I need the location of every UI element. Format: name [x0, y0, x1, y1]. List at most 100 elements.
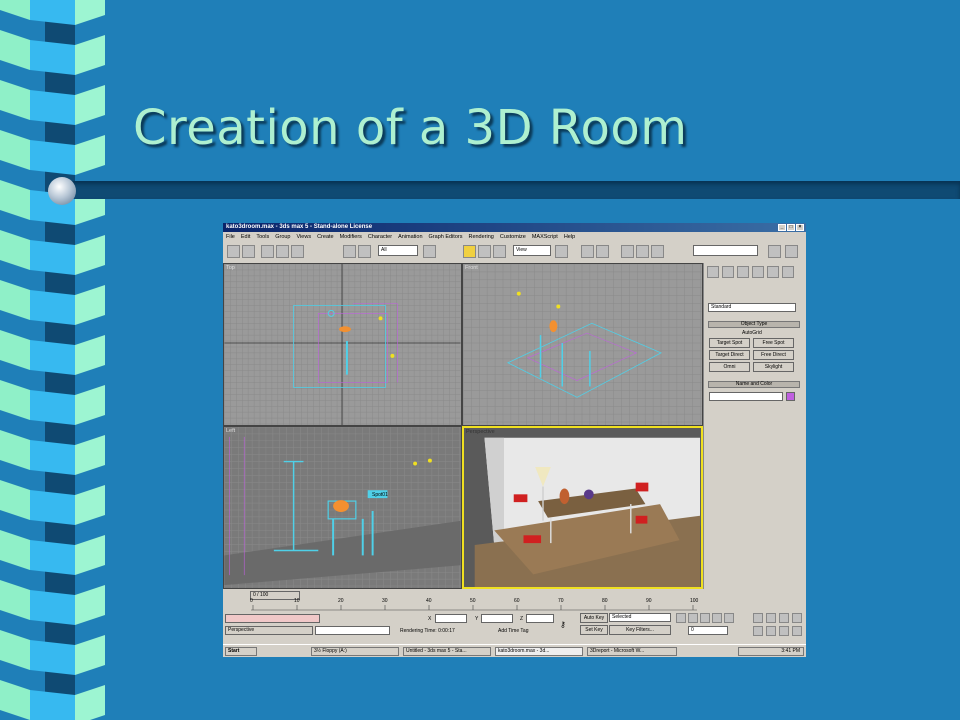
object-color-swatch[interactable]	[786, 392, 795, 401]
free-spot-button[interactable]: Free Spot	[753, 338, 794, 348]
pivot-icon[interactable]	[555, 245, 568, 258]
select-region-icon[interactable]	[358, 245, 371, 258]
reference-coordinate-dropdown[interactable]: View	[513, 245, 551, 256]
menu-character[interactable]: Character	[368, 234, 392, 240]
render-last-icon[interactable]	[785, 245, 798, 258]
menu-tools[interactable]: Tools	[256, 234, 269, 240]
viewport-perspective[interactable]	[462, 426, 703, 589]
align-icon[interactable]	[596, 245, 609, 258]
key-icon[interactable]: ⚷	[560, 620, 566, 629]
target-direct-button[interactable]: Target Direct	[709, 350, 750, 360]
go-to-start-icon[interactable]	[676, 613, 686, 623]
next-frame-icon[interactable]	[712, 613, 722, 623]
hierarchy-tab-icon[interactable]	[737, 266, 749, 278]
bind-space-warp-icon[interactable]	[291, 245, 304, 258]
menu-rendering[interactable]: Rendering	[468, 234, 493, 240]
unlink-icon[interactable]	[276, 245, 289, 258]
zoom-icon[interactable]	[753, 613, 763, 623]
menu-group[interactable]: Group	[275, 234, 290, 240]
menu-edit[interactable]: Edit	[241, 234, 250, 240]
menu-help[interactable]: Help	[564, 234, 575, 240]
bottom-controls: 0 / 100 0 10 20 30 40 50 60 70 80 90 100 Perspecti…	[223, 589, 806, 644]
skylight-button[interactable]: Skylight	[753, 362, 794, 372]
menu-create[interactable]: Create	[317, 234, 334, 240]
previous-frame-icon[interactable]	[688, 613, 698, 623]
free-direct-button[interactable]: Free Direct	[753, 350, 794, 360]
menu-file[interactable]: File	[226, 234, 235, 240]
y-coordinate-field[interactable]	[481, 614, 513, 623]
autogrid-label: AutoGrid	[742, 330, 762, 336]
menu-graph-editors[interactable]: Graph Editors	[429, 234, 463, 240]
key-filters-button[interactable]: Key Filters...	[609, 625, 671, 635]
render-type-icon[interactable]	[768, 245, 781, 258]
scale-icon[interactable]	[493, 245, 506, 258]
go-to-end-icon[interactable]	[724, 613, 734, 623]
taskbar-floppy[interactable]: 3½ Floppy (A:)	[311, 647, 399, 656]
time-slider[interactable]: 0 / 100	[250, 591, 300, 600]
viewport-name-field[interactable]: Perspective	[225, 626, 313, 635]
maxscript-listener[interactable]	[225, 614, 320, 623]
quick-render-icon[interactable]	[651, 245, 664, 258]
arc-rotate-icon[interactable]	[779, 626, 789, 636]
play-icon[interactable]	[700, 613, 710, 623]
zoom-extents-icon[interactable]	[779, 613, 789, 623]
maximize-viewport-icon[interactable]	[792, 626, 802, 636]
motion-tab-icon[interactable]	[752, 266, 764, 278]
current-frame-field[interactable]: 0	[688, 626, 728, 635]
taskbar-untitled-max[interactable]: Untitled - 3ds max 5 - Sta...	[403, 647, 491, 656]
menu-views[interactable]: Views	[297, 234, 312, 240]
close-button[interactable]: ×	[796, 224, 804, 231]
menu-animation[interactable]: Animation	[398, 234, 422, 240]
zoom-extents-all-icon[interactable]	[792, 613, 802, 623]
object-name-field[interactable]	[709, 392, 783, 401]
modify-tab-icon[interactable]	[722, 266, 734, 278]
viewport-front[interactable]	[462, 263, 703, 426]
field-of-view-icon[interactable]	[753, 626, 763, 636]
taskbar-3dreport[interactable]: 3Dreport - Microsoft W...	[587, 647, 677, 656]
name-and-color-rollout[interactable]: Name and Color	[708, 381, 800, 388]
viewport-top[interactable]	[223, 263, 462, 426]
timeline-tick-label: 50	[470, 598, 476, 604]
display-tab-icon[interactable]	[767, 266, 779, 278]
maximize-button[interactable]: □	[787, 224, 795, 231]
minimize-button[interactable]: _	[778, 224, 786, 231]
viewport-left[interactable]	[223, 426, 462, 589]
taskbar-kato3droom[interactable]: kato3droom.max - 3d...	[495, 647, 583, 656]
selection-filter-dropdown[interactable]: All	[378, 245, 418, 256]
z-coordinate-field[interactable]	[526, 614, 554, 623]
category-dropdown[interactable]: Standard	[708, 303, 796, 312]
create-tab-icon[interactable]	[707, 266, 719, 278]
named-selection-dropdown[interactable]	[693, 245, 758, 256]
rendering-time-status: Rendering Time: 0:00:17	[400, 628, 455, 634]
render-scene-icon[interactable]	[636, 245, 649, 258]
viewport-top-label: Top	[226, 265, 235, 271]
move-icon[interactable]	[463, 245, 476, 258]
material-editor-icon[interactable]	[621, 245, 634, 258]
link-icon[interactable]	[261, 245, 274, 258]
prompt-field[interactable]	[315, 626, 390, 635]
timeline-tick-label: 60	[514, 598, 520, 604]
undo-icon[interactable]	[227, 245, 240, 258]
auto-key-button[interactable]: Auto Key	[580, 613, 608, 623]
timeline-tick-label: 0	[250, 598, 253, 604]
object-type-rollout[interactable]: Object Type	[708, 321, 800, 328]
menu-maxscript[interactable]: MAXScript	[532, 234, 558, 240]
target-spot-button[interactable]: Target Spot	[709, 338, 750, 348]
zoom-all-icon[interactable]	[766, 613, 776, 623]
key-selection-dropdown[interactable]: Selected	[609, 613, 671, 622]
x-coordinate-field[interactable]	[435, 614, 467, 623]
set-key-button[interactable]: Set Key	[580, 625, 608, 635]
redo-icon[interactable]	[242, 245, 255, 258]
select-object-icon[interactable]	[343, 245, 356, 258]
start-button[interactable]: Start	[225, 647, 257, 656]
omni-button[interactable]: Omni	[709, 362, 750, 372]
pan-icon[interactable]	[766, 626, 776, 636]
select-by-name-icon[interactable]	[423, 245, 436, 258]
rotate-icon[interactable]	[478, 245, 491, 258]
timeline-tick-label: 10	[294, 598, 300, 604]
menu-customize[interactable]: Customize	[500, 234, 526, 240]
mirror-icon[interactable]	[581, 245, 594, 258]
menu-modifiers[interactable]: Modifiers	[340, 234, 362, 240]
add-time-tag[interactable]: Add Time Tag	[498, 628, 528, 634]
utilities-tab-icon[interactable]	[782, 266, 794, 278]
